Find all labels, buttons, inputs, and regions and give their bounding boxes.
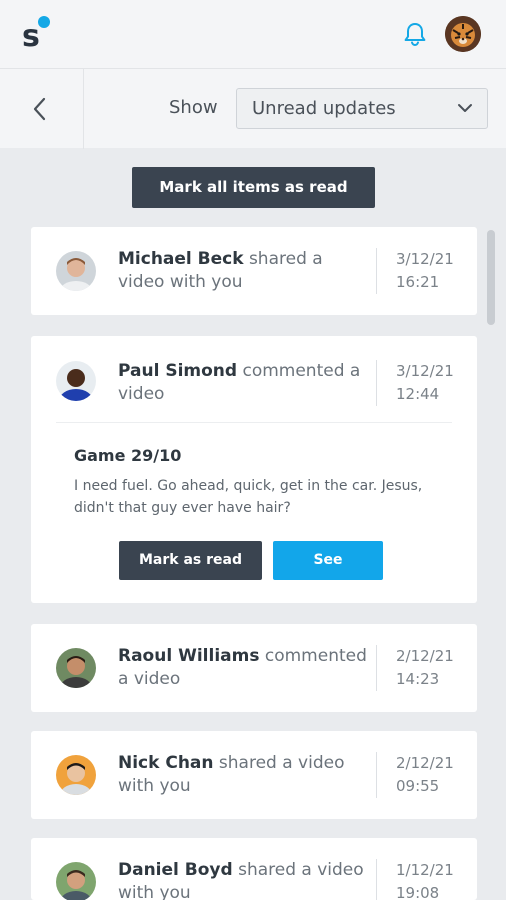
- notification-message: Paul Simond commented a video: [118, 360, 373, 406]
- avatar: [56, 361, 96, 401]
- notification-user: Daniel Boyd: [118, 860, 233, 880]
- comment-body: I need fuel. Go ahead, quick, get in the…: [74, 478, 423, 516]
- filter-bar: Show Unread updates: [0, 68, 506, 149]
- time-value: 09:55: [396, 777, 440, 795]
- avatar-image: [56, 251, 96, 291]
- avatar: [56, 755, 96, 795]
- divider: [56, 422, 452, 423]
- notification-card[interactable]: Daniel Boyd shared a video with you 1/12…: [31, 838, 477, 900]
- notification-card[interactable]: Michael Beck shared a video with you 3/1…: [31, 227, 477, 315]
- avatar: [56, 251, 96, 291]
- avatar-image: [56, 862, 96, 900]
- notification-user: Nick Chan: [118, 753, 214, 773]
- notification-message: Nick Chan shared a video with you: [118, 752, 373, 798]
- avatar: [56, 648, 96, 688]
- comment-title: Game 29/10: [74, 446, 182, 465]
- notification-message: Daniel Boyd shared a video with you: [118, 859, 373, 900]
- notification-date: 1/12/21 19:08: [396, 859, 454, 900]
- scrollbar-thumb[interactable]: [487, 230, 495, 325]
- time-value: 14:23: [396, 670, 440, 688]
- notification-date: 2/12/21 14:23: [396, 645, 454, 691]
- user-avatar[interactable]: [445, 16, 481, 52]
- notification-card[interactable]: Raoul Williams commented a video 2/12/21…: [31, 624, 477, 712]
- notification-user: Raoul Williams: [118, 646, 260, 666]
- divider: [376, 859, 377, 900]
- filter-select[interactable]: Unread updates: [236, 88, 488, 129]
- notification-user: Michael Beck: [118, 249, 244, 269]
- notification-card-expanded[interactable]: Paul Simond commented a video 3/12/21 12…: [31, 336, 477, 603]
- divider: [376, 645, 377, 691]
- avatar-image: [56, 361, 96, 401]
- notification-card[interactable]: Nick Chan shared a video with you 2/12/2…: [31, 731, 477, 819]
- top-bar: s: [0, 0, 506, 68]
- date-value: 3/12/21: [396, 250, 454, 268]
- logo-letter: s: [22, 19, 40, 54]
- tiger-avatar-image: [445, 16, 481, 52]
- divider: [376, 248, 377, 294]
- chevron-left-icon: [33, 97, 46, 121]
- avatar: [56, 862, 96, 900]
- time-value: 19:08: [396, 884, 440, 900]
- notification-date: 3/12/21 12:44: [396, 360, 454, 406]
- avatar-image: [56, 755, 96, 795]
- bell-icon[interactable]: [401, 20, 429, 48]
- notification-user: Paul Simond: [118, 361, 238, 381]
- notification-date: 2/12/21 09:55: [396, 752, 454, 798]
- filter-select-value: Unread updates: [252, 98, 396, 119]
- mark-all-read-button[interactable]: Mark all items as read: [132, 167, 375, 208]
- divider: [376, 752, 377, 798]
- time-value: 12:44: [396, 385, 440, 403]
- notification-date: 3/12/21 16:21: [396, 248, 454, 294]
- date-value: 1/12/21: [396, 861, 454, 879]
- mark-as-read-button[interactable]: Mark as read: [119, 541, 262, 580]
- notification-message: Michael Beck shared a video with you: [118, 248, 373, 294]
- divider: [376, 360, 377, 406]
- show-label: Show: [169, 97, 218, 118]
- logo-dot: [38, 16, 50, 28]
- back-button[interactable]: [0, 69, 84, 149]
- time-value: 16:21: [396, 273, 440, 291]
- see-button[interactable]: See: [273, 541, 383, 580]
- chevron-down-icon: [458, 104, 472, 112]
- date-value: 2/12/21: [396, 647, 454, 665]
- date-value: 2/12/21: [396, 754, 454, 772]
- avatar-image: [56, 648, 96, 688]
- app-logo[interactable]: s: [22, 16, 58, 56]
- notification-message: Raoul Williams commented a video: [118, 645, 373, 691]
- date-value: 3/12/21: [396, 362, 454, 380]
